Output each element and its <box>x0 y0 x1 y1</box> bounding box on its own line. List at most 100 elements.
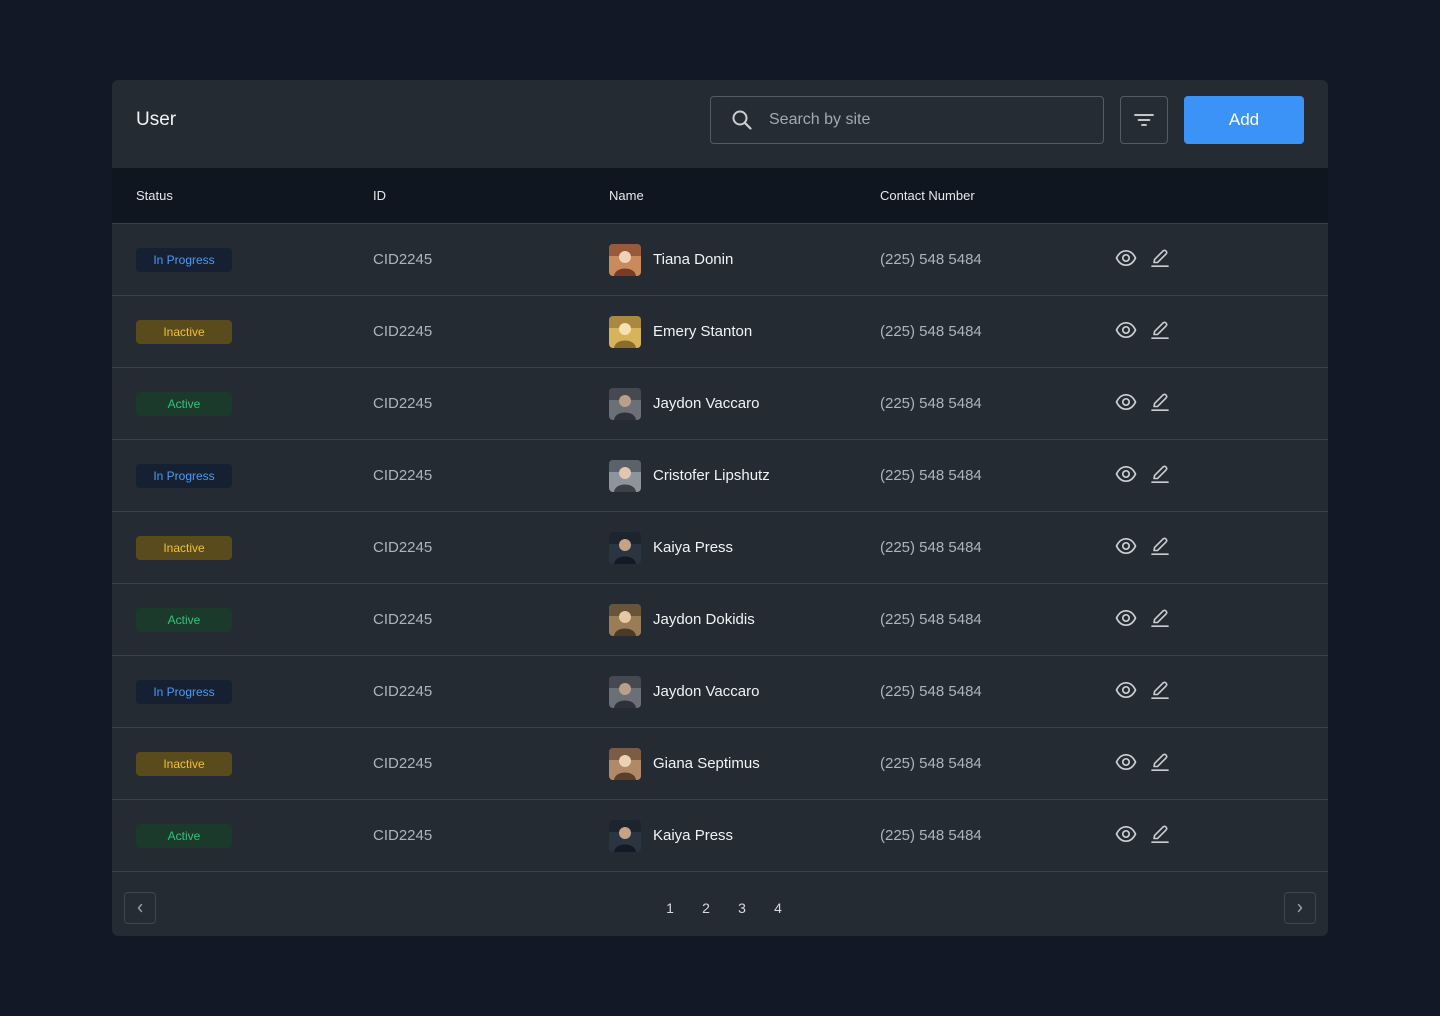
table-body: In Progress CID2245 Tiana Donin (225) 54… <box>112 224 1328 872</box>
user-id: CID2245 <box>373 395 433 412</box>
edit-button[interactable] <box>1150 320 1172 342</box>
add-button[interactable]: Add <box>1184 96 1304 144</box>
contact-number: (225) 548 5484 <box>880 467 982 484</box>
table-row: Inactive CID2245 Kaiya Press (225) 548 5… <box>112 512 1328 584</box>
column-header-id[interactable]: ID <box>373 188 386 203</box>
edit-button[interactable] <box>1150 464 1172 486</box>
table-row: Inactive CID2245 Giana Septimus (225) 54… <box>112 728 1328 800</box>
eye-icon <box>1115 681 1137 703</box>
contact-number: (225) 548 5484 <box>880 683 982 700</box>
eye-icon <box>1115 609 1137 631</box>
edit-button[interactable] <box>1150 392 1172 414</box>
status-badge: In Progress <box>136 680 232 704</box>
contact-number: (225) 548 5484 <box>880 395 982 412</box>
pencil-icon <box>1150 608 1170 630</box>
user-table-card: User Add Status ID Name Contact Number I… <box>112 80 1328 936</box>
column-header-status[interactable]: Status <box>136 188 173 203</box>
view-button[interactable] <box>1115 393 1139 415</box>
eye-icon <box>1115 249 1137 271</box>
user-name: Jaydon Vaccaro <box>653 395 760 412</box>
user-name: Jaydon Vaccaro <box>653 683 760 700</box>
eye-icon <box>1115 321 1137 343</box>
search-input[interactable] <box>767 110 1071 130</box>
view-button[interactable] <box>1115 465 1139 487</box>
table-row: In Progress CID2245 Tiana Donin (225) 54… <box>112 224 1328 296</box>
pencil-icon <box>1150 320 1170 342</box>
column-header-name[interactable]: Name <box>609 188 644 203</box>
edit-button[interactable] <box>1150 248 1172 270</box>
user-id: CID2245 <box>373 683 433 700</box>
column-header-contact[interactable]: Contact Number <box>880 188 975 203</box>
chevron-left-icon <box>136 903 144 913</box>
user-name: Tiana Donin <box>653 251 734 268</box>
prev-page-button[interactable] <box>124 892 156 924</box>
table-row: Active CID2245 Jaydon Vaccaro (225) 548 … <box>112 368 1328 440</box>
table-header: Status ID Name Contact Number <box>112 168 1328 224</box>
avatar <box>609 676 641 708</box>
eye-icon <box>1115 465 1137 487</box>
edit-button[interactable] <box>1150 824 1172 846</box>
page-number[interactable]: 1 <box>652 900 688 916</box>
pencil-icon <box>1150 248 1170 270</box>
table-row: Inactive CID2245 Emery Stanton (225) 548… <box>112 296 1328 368</box>
card-header: User Add <box>112 80 1328 168</box>
user-name: Cristofer Lipshutz <box>653 467 770 484</box>
page-title: User <box>136 109 177 130</box>
user-id: CID2245 <box>373 539 433 556</box>
status-badge: Active <box>136 824 232 848</box>
view-button[interactable] <box>1115 249 1139 271</box>
contact-number: (225) 548 5484 <box>880 539 982 556</box>
status-badge: Inactive <box>136 320 232 344</box>
search-icon <box>731 109 753 131</box>
table-row: Active CID2245 Kaiya Press (225) 548 548… <box>112 800 1328 872</box>
status-badge: Inactive <box>136 752 232 776</box>
status-badge: Inactive <box>136 536 232 560</box>
avatar <box>609 460 641 492</box>
avatar <box>609 244 641 276</box>
view-button[interactable] <box>1115 825 1139 847</box>
table-row: In Progress CID2245 Cristofer Lipshutz (… <box>112 440 1328 512</box>
user-name: Emery Stanton <box>653 323 753 340</box>
next-page-button[interactable] <box>1284 892 1316 924</box>
filter-icon <box>1134 113 1154 127</box>
avatar <box>609 604 641 636</box>
pagination: 1234 <box>112 872 1328 936</box>
user-id: CID2245 <box>373 827 433 844</box>
page-number[interactable]: 4 <box>760 900 796 916</box>
pencil-icon <box>1150 824 1170 846</box>
page-number[interactable]: 2 <box>688 900 724 916</box>
view-button[interactable] <box>1115 753 1139 775</box>
contact-number: (225) 548 5484 <box>880 611 982 628</box>
edit-button[interactable] <box>1150 536 1172 558</box>
page-number[interactable]: 3 <box>724 900 760 916</box>
edit-button[interactable] <box>1150 752 1172 774</box>
contact-number: (225) 548 5484 <box>880 251 982 268</box>
status-badge: In Progress <box>136 248 232 272</box>
user-name: Giana Septimus <box>653 755 760 772</box>
view-button[interactable] <box>1115 537 1139 559</box>
search-box[interactable] <box>710 96 1104 144</box>
edit-button[interactable] <box>1150 608 1172 630</box>
avatar <box>609 316 641 348</box>
user-id: CID2245 <box>373 755 433 772</box>
eye-icon <box>1115 825 1137 847</box>
view-button[interactable] <box>1115 681 1139 703</box>
filter-button[interactable] <box>1120 96 1168 144</box>
view-button[interactable] <box>1115 609 1139 631</box>
status-badge: Active <box>136 392 232 416</box>
view-button[interactable] <box>1115 321 1139 343</box>
eye-icon <box>1115 537 1137 559</box>
contact-number: (225) 548 5484 <box>880 323 982 340</box>
chevron-right-icon <box>1296 903 1304 913</box>
user-id: CID2245 <box>373 251 433 268</box>
edit-button[interactable] <box>1150 680 1172 702</box>
page-list: 1234 <box>652 900 796 916</box>
pencil-icon <box>1150 752 1170 774</box>
table-row: Active CID2245 Jaydon Dokidis (225) 548 … <box>112 584 1328 656</box>
avatar <box>609 532 641 564</box>
avatar <box>609 388 641 420</box>
pencil-icon <box>1150 536 1170 558</box>
contact-number: (225) 548 5484 <box>880 755 982 772</box>
user-name: Jaydon Dokidis <box>653 611 755 628</box>
table-row: In Progress CID2245 Jaydon Vaccaro (225)… <box>112 656 1328 728</box>
